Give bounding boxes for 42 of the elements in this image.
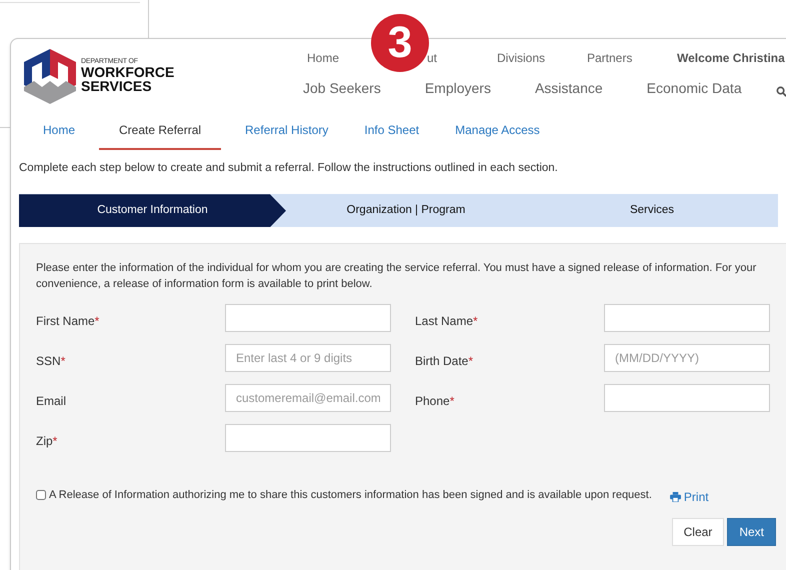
field-label: SSN*: [36, 353, 66, 370]
search-icon[interactable]: [776, 86, 786, 96]
input-field[interactable]: [604, 384, 770, 412]
instruction-text: Complete each step below to create and submit a referral. Follow the instructions outlined in each section.: [19, 161, 559, 176]
main-nav-link[interactable]: Economic Data: [646, 78, 742, 98]
tab[interactable]: Referral History: [233, 112, 340, 150]
field-label: Phone*: [415, 393, 456, 410]
print-link[interactable]: Print: [670, 488, 709, 506]
nav-link[interactable]: Divisions: [497, 48, 587, 66]
input-field[interactable]: customeremail@email.com: [225, 384, 391, 412]
logo-icon: [22, 46, 78, 104]
input-field[interactable]: [604, 304, 770, 332]
main-nav-link[interactable]: Job Seekers: [303, 78, 381, 98]
tab[interactable]: Manage Access: [443, 112, 552, 150]
logo-title: WORKFORCE: [81, 65, 174, 79]
field-label: Zip*: [36, 433, 58, 450]
tab[interactable]: Info Sheet: [352, 112, 432, 150]
field-label: Email: [36, 393, 68, 410]
logo-title: SERVICES: [81, 79, 153, 93]
main-nav-link[interactable]: Assistance: [534, 78, 603, 98]
nav-link[interactable]: Home: [307, 48, 369, 66]
next-button[interactable]: Next: [727, 518, 776, 546]
main-nav-link[interactable]: Employers: [424, 78, 491, 98]
step-badge: 3: [371, 14, 429, 72]
clear-button[interactable]: Clear: [672, 518, 724, 546]
input-field[interactable]: [225, 304, 391, 332]
release-label: A Release of Information authorizing me to share this customers information has been signed and is available upon request.: [49, 488, 652, 503]
nav-link[interactable]: Partners: [587, 48, 677, 66]
field-label: First Name*: [36, 313, 100, 330]
input-field[interactable]: Enter last 4 or 9 digits: [225, 344, 391, 372]
printer-icon: [670, 492, 681, 502]
tab[interactable]: Create Referral: [99, 112, 222, 150]
welcome-text: Welcome Christina: [677, 50, 785, 66]
step-tab[interactable]: Customer Information: [19, 194, 286, 228]
field-label: Last Name*: [415, 313, 479, 330]
tab[interactable]: Home: [31, 112, 88, 150]
form-instruction: Please enter the information of the individual for whom you are creating the service referral. You must have a signed release of information. For your convenience, a release of information form is available to print below.: [36, 261, 758, 292]
field-label: Birth Date*: [415, 353, 474, 370]
nav-link[interactable]: ut: [427, 48, 497, 66]
input-field[interactable]: (MM/DD/YYYY): [604, 344, 770, 372]
release-checkbox[interactable]: [36, 490, 46, 500]
input-field[interactable]: [225, 424, 391, 452]
